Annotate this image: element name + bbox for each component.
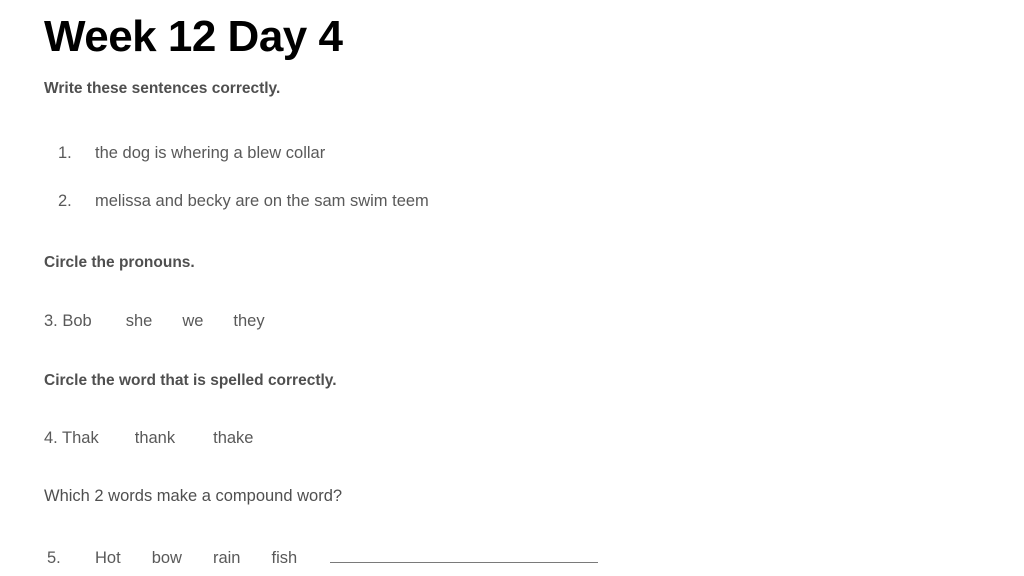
list-item: 2. melissa and becky are on the sam swim … xyxy=(58,192,429,212)
instruction-circle-pronouns: Circle the pronouns. xyxy=(44,254,195,271)
question-5-option-fish[interactable]: fish xyxy=(271,549,297,569)
question-3-row: 3. Bob she we they xyxy=(44,312,265,332)
question-5-row: 5. Hot bow rain fish xyxy=(47,546,599,569)
instruction-circle-correct-spelling: Circle the word that is spelled correctl… xyxy=(44,372,337,389)
question-4-lead[interactable]: 4. Thak xyxy=(44,429,99,449)
question-4-option-thank[interactable]: thank xyxy=(135,429,175,449)
prompt-compound-word: Which 2 words make a compound word? xyxy=(44,487,343,505)
list-item-text: the dog is whering a blew collar xyxy=(95,144,326,162)
list-item-number: 2. xyxy=(58,192,72,210)
question-3-option-she[interactable]: she xyxy=(126,312,153,332)
question-4-option-thake[interactable]: thake xyxy=(213,429,253,449)
question-3-lead[interactable]: 3. Bob xyxy=(44,312,92,332)
question-5-number: 5. xyxy=(47,549,61,567)
page-title: Week 12 Day 4 xyxy=(44,12,343,61)
question-3-option-they[interactable]: they xyxy=(233,312,264,332)
list-item: 1. the dog is whering a blew collar xyxy=(58,144,325,164)
list-item-number: 1. xyxy=(58,144,72,162)
question-5-option-rain[interactable]: rain xyxy=(213,549,241,569)
instruction-write-sentences: Write these sentences correctly. xyxy=(44,80,281,97)
worksheet-page: Week 12 Day 4 Write these sentences corr… xyxy=(0,0,1024,576)
question-5-option-hot[interactable]: Hot xyxy=(95,549,121,569)
question-5-answer-blank[interactable] xyxy=(330,546,599,563)
question-3-option-we[interactable]: we xyxy=(182,312,203,332)
question-4-row: 4. Thak thank thake xyxy=(44,429,253,449)
list-item-text: melissa and becky are on the sam swim te… xyxy=(95,192,429,210)
question-5-option-bow[interactable]: bow xyxy=(152,549,182,569)
